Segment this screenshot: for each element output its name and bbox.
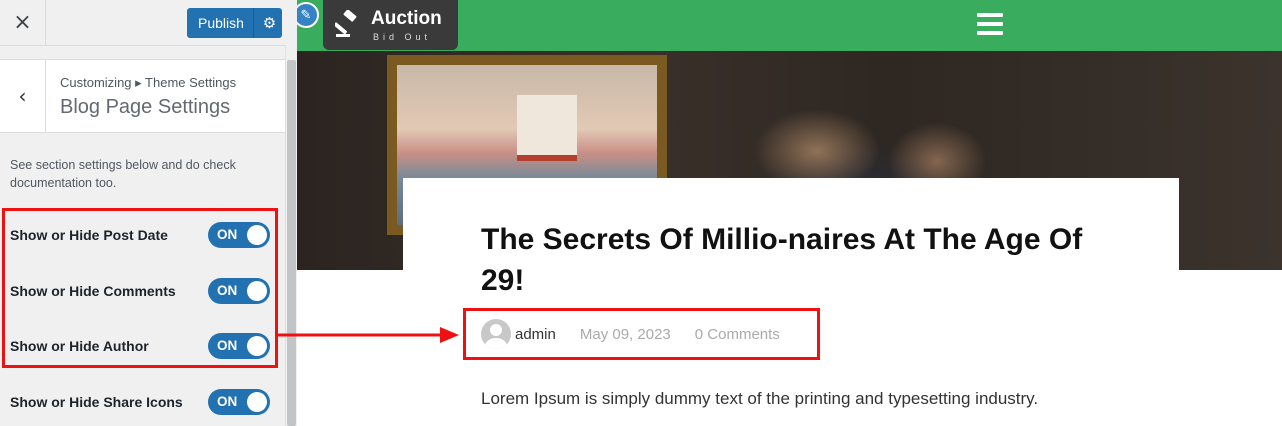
- toggle-state: ON: [217, 394, 238, 409]
- customizer-sidebar: × Publish ⚙ ‹ Customizing ▸ Theme Settin…: [0, 0, 297, 426]
- site-preview: Auction Bid Out ✎ The Secrets Of Millio-…: [297, 0, 1282, 426]
- section-header: ‹ Customizing ▸ Theme Settings Blog Page…: [0, 59, 285, 133]
- highlight-box-controls: [2, 208, 278, 368]
- menu-icon[interactable]: [977, 13, 1003, 37]
- customizer-topbar: × Publish ⚙: [0, 0, 285, 46]
- gavel-icon: [333, 9, 361, 38]
- section-title: Blog Page Settings: [60, 96, 231, 118]
- post-title[interactable]: The Secrets Of Millio-naires At The Age …: [481, 219, 1121, 301]
- share-icons-toggle[interactable]: ON: [208, 389, 270, 415]
- gear-icon[interactable]: ⚙: [257, 8, 282, 38]
- logo-name: Auction: [371, 8, 442, 29]
- logo-tagline: Bid Out: [373, 32, 432, 42]
- publish-button[interactable]: Publish ⚙: [187, 8, 282, 38]
- site-logo[interactable]: Auction Bid Out: [323, 0, 458, 50]
- sidebar-scrollbar-thumb[interactable]: [287, 60, 296, 426]
- section-description: See section settings below and do check …: [10, 158, 236, 190]
- post-excerpt: Lorem Ipsum is simply dummy text of the …: [481, 389, 1039, 408]
- painting-tower: [517, 95, 577, 161]
- toggle-knob: [247, 392, 267, 412]
- publish-label: Publish: [198, 15, 244, 31]
- breadcrumb: Customizing ▸ Theme Settings: [60, 75, 237, 90]
- close-icon[interactable]: ×: [0, 0, 46, 45]
- back-icon[interactable]: ‹: [0, 60, 46, 132]
- publish-separator: [253, 8, 254, 38]
- highlight-box-meta: [463, 308, 820, 360]
- control-share-icons: Show or Hide Share Icons ON: [10, 389, 270, 415]
- site-header: Auction Bid Out: [297, 0, 1282, 51]
- control-label: Show or Hide Share Icons: [10, 394, 183, 410]
